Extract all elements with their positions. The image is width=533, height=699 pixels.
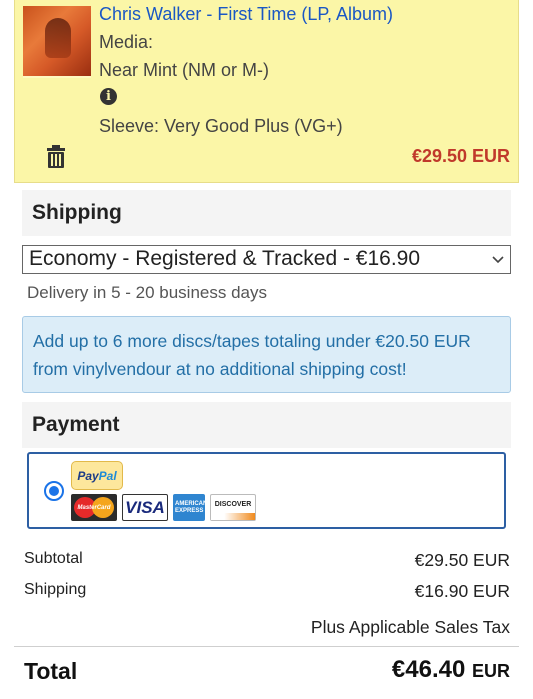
trash-icon[interactable] <box>46 145 66 169</box>
album-art-figure <box>45 18 71 58</box>
total-label: Total <box>24 658 78 684</box>
total-value: €46.40 EUR <box>392 656 510 684</box>
shipping-method-select[interactable]: Economy - Registered & Tracked - €16.90 <box>22 245 511 274</box>
thumbnail-divider <box>23 76 91 78</box>
subtotal-value: €29.50 EUR <box>414 550 510 570</box>
payment-radio[interactable] <box>44 481 64 501</box>
subtotal-label: Subtotal <box>24 550 83 567</box>
summary-divider <box>14 646 519 647</box>
media-condition: Near Mint (NM or M-) <box>99 60 269 80</box>
payment-heading: Payment <box>22 402 511 448</box>
shipping-heading: Shipping <box>22 190 511 236</box>
shipping-cost-value: €16.90 EUR <box>414 581 510 601</box>
discover-stripe <box>211 513 255 520</box>
sales-tax-note: Plus Applicable Sales Tax <box>310 617 510 637</box>
shipping-cost-row: Shipping €16.90 EUR <box>24 581 510 601</box>
chevron-down-icon <box>492 256 504 264</box>
info-icon[interactable]: i <box>100 88 117 105</box>
amex-logo: AMERICAN EXPRESS <box>173 494 207 521</box>
shipping-cost-label: Shipping <box>24 581 87 598</box>
sleeve-condition: Sleeve: Very Good Plus (VG+) <box>99 116 343 136</box>
shipping-selected-option: Economy - Registered & Tracked - €16.90 <box>29 247 421 270</box>
shipping-notice: Add up to 6 more discs/tapes totaling un… <box>22 316 511 393</box>
total-currency: EUR <box>471 661 510 681</box>
discover-logo: DISCOVER <box>210 494 256 521</box>
cart-item: Chris Walker - First Time (LP, Album) Me… <box>14 0 519 183</box>
visa-logo: VISA <box>122 494 168 521</box>
delivery-estimate: Delivery in 5 - 20 business days <box>27 283 268 302</box>
item-price: €29.50 EUR <box>411 146 510 166</box>
media-label: Media: <box>99 32 154 52</box>
mastercard-logo: MasterCard <box>71 494 117 521</box>
album-thumbnail[interactable] <box>23 6 91 76</box>
total-amount: €46.40 <box>391 656 466 683</box>
paypal-logo: Pay Pal <box>71 461 123 490</box>
payment-option[interactable]: Pay Pal MasterCard VISA AMERICAN EXPRESS … <box>27 452 506 529</box>
item-title-link[interactable]: Chris Walker - First Time (LP, Album) <box>99 4 393 25</box>
subtotal-row: Subtotal €29.50 EUR <box>24 550 510 570</box>
